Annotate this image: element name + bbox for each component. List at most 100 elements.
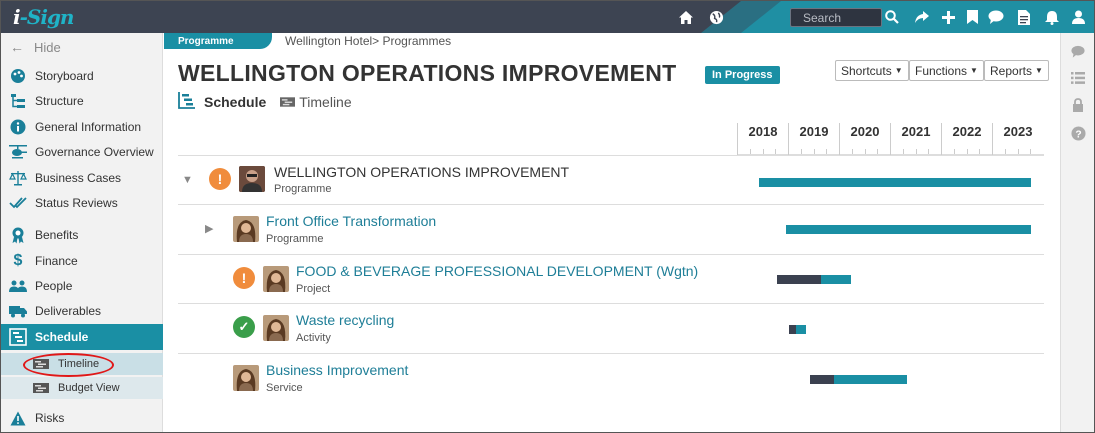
quarter-tick — [953, 149, 955, 154]
list-icon[interactable] — [1070, 70, 1086, 86]
row-name: WELLINGTON OPERATIONS IMPROVEMENT — [274, 164, 570, 180]
globe-icon[interactable] — [707, 8, 725, 26]
table-row[interactable]: ▼ ! WELLINGTON OPERATIONS IMPROVEMENT Pr… — [178, 155, 1044, 204]
budget-view-icon — [33, 383, 49, 393]
gantt-bar-remaining — [759, 178, 1031, 187]
quarter-tick — [979, 149, 981, 154]
checks-icon — [9, 194, 27, 212]
help-icon[interactable]: ? — [1070, 125, 1086, 141]
main-content: Programme Wellington Hotel> Programmes W… — [164, 33, 1059, 432]
row-name-link[interactable]: Waste recycling — [296, 312, 394, 328]
shortcuts-button[interactable]: Shortcuts ▼ — [835, 60, 909, 81]
gantt-bar[interactable] — [786, 225, 1031, 234]
search-icon[interactable] — [883, 8, 901, 26]
bell-icon[interactable] — [1043, 8, 1061, 26]
sidebar-item-label: Storyboard — [35, 69, 94, 83]
caret-down-icon: ▼ — [894, 66, 903, 75]
sidebar-subitem-budget-view[interactable]: Budget View — [1, 377, 163, 399]
table-row[interactable]: ! FOOD & BEVERAGE PROFESSIONAL DEVELOPME… — [178, 254, 1044, 303]
sidebar-item-label: People — [35, 279, 73, 293]
hide-sidebar-button[interactable]: ← Hide — [1, 36, 163, 58]
quarter-tick — [864, 149, 866, 154]
avatar — [263, 315, 289, 341]
sidebar-item-general-information[interactable]: General Information — [1, 115, 163, 139]
hide-label: Hide — [34, 39, 61, 55]
gantt-bar-done — [810, 375, 834, 384]
sidebar-item-status-reviews[interactable]: Status Reviews — [1, 191, 163, 215]
row-type: Activity — [296, 332, 331, 344]
breadcrumb[interactable]: Wellington Hotel> Programmes — [285, 34, 451, 48]
avatar — [263, 266, 289, 292]
gantt-bar[interactable] — [810, 375, 907, 384]
sidebar-item-schedule[interactable]: Schedule — [1, 324, 163, 350]
reports-button[interactable]: Reports ▼ — [984, 60, 1049, 81]
sidebar-subitem-label: Budget View — [58, 382, 120, 394]
gantt-bar[interactable] — [759, 178, 1031, 187]
shortcuts-label: Shortcuts — [841, 63, 892, 78]
document-icon[interactable] — [1015, 8, 1033, 26]
collapse-triangle-icon[interactable]: ▼ — [182, 174, 193, 186]
sidebar-item-label: Risks — [35, 411, 65, 425]
tab-schedule[interactable]: Schedule — [204, 94, 266, 110]
warning-icon — [9, 409, 27, 427]
right-toolbar: ? — [1060, 33, 1094, 432]
scales-icon — [9, 169, 27, 187]
sidebar-item-risks[interactable]: Risks — [1, 406, 163, 430]
schedule-icon — [9, 328, 27, 346]
app-window: i-Sign Search ← Hide Storyboard Structur… — [0, 0, 1095, 433]
row-type: Programme — [274, 183, 332, 195]
expand-triangle-icon[interactable]: ▶ — [205, 222, 213, 235]
home-icon[interactable] — [677, 8, 695, 26]
sidebar-item-label: Business Cases — [35, 171, 122, 185]
functions-label: Functions — [915, 63, 968, 78]
gantt-bar[interactable] — [777, 275, 851, 284]
highlight-annotation — [23, 353, 114, 377]
gantt-bar[interactable] — [789, 325, 806, 334]
lock-icon[interactable] — [1070, 97, 1086, 113]
sidebar-item-label: Deliverables — [35, 304, 102, 318]
table-row[interactable]: ✓ Waste recycling Activity — [178, 303, 1044, 352]
sidebar-item-governance-overview[interactable]: Governance Overview — [1, 140, 163, 164]
quarter-tick — [813, 149, 815, 154]
structure-icon — [9, 92, 27, 110]
avatar — [233, 216, 259, 242]
row-name-link[interactable]: Front Office Transformation — [266, 213, 436, 229]
sidebar-item-storyboard[interactable]: Storyboard — [1, 64, 163, 88]
warning-status-icon: ! — [233, 267, 255, 289]
chat-icon[interactable] — [987, 8, 1005, 26]
sidebar-item-label: Governance Overview — [35, 145, 154, 159]
quarter-tick — [877, 149, 879, 154]
sidebar-item-label: Schedule — [35, 330, 89, 344]
row-name-link[interactable]: Business Improvement — [266, 362, 408, 378]
record-type-tab[interactable]: Programme — [164, 33, 272, 49]
plus-icon[interactable] — [939, 8, 957, 26]
table-row[interactable]: ▶ Front Office Transformation Programme — [178, 204, 1044, 253]
sidebar-item-structure[interactable]: Structure — [1, 89, 163, 113]
sidebar-item-benefits[interactable]: Benefits — [1, 223, 163, 247]
tab-timeline[interactable]: Timeline — [299, 94, 351, 110]
gantt-bar-remaining — [821, 275, 851, 284]
sidebar-item-deliverables[interactable]: Deliverables — [1, 299, 163, 323]
functions-button[interactable]: Functions ▼ — [909, 60, 984, 81]
bookmark-icon[interactable] — [963, 8, 981, 26]
helicopter-icon — [9, 143, 27, 161]
comments-icon[interactable] — [1070, 43, 1086, 59]
people-icon — [9, 277, 27, 295]
sidebar-item-business-cases[interactable]: Business Cases — [1, 166, 163, 190]
app-logo[interactable]: i-Sign — [13, 5, 74, 29]
quarter-tick — [762, 149, 764, 154]
row-name-link[interactable]: FOOD & BEVERAGE PROFESSIONAL DEVELOPMENT… — [296, 263, 698, 279]
page-title: WELLINGTON OPERATIONS IMPROVEMENT — [178, 60, 677, 86]
quarter-tick — [928, 149, 930, 154]
search-input[interactable]: Search — [790, 8, 882, 27]
table-row[interactable]: Business Improvement Service — [178, 353, 1044, 402]
sidebar-item-finance[interactable]: $ Finance — [1, 249, 163, 273]
row-type: Programme — [266, 233, 324, 245]
sidebar-item-label: Status Reviews — [35, 196, 118, 210]
user-icon[interactable] — [1069, 8, 1087, 26]
award-icon — [9, 226, 27, 244]
share-icon[interactable] — [913, 8, 931, 26]
sidebar-item-people[interactable]: People — [1, 274, 163, 298]
reports-label: Reports — [990, 63, 1033, 78]
dollar-icon: $ — [13, 252, 23, 269]
